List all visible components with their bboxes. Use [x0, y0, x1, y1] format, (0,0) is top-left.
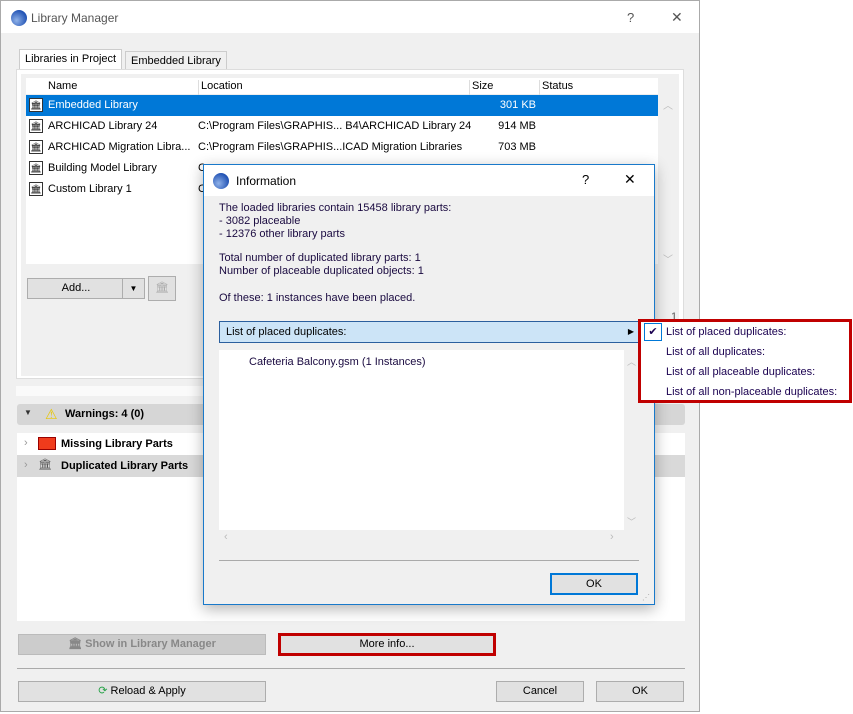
folder-library-icon: 🏛 — [29, 119, 43, 133]
information-dialog: Information ? ✕ The loaded libraries con… — [203, 164, 655, 605]
menu-item[interactable]: List of all non-placeable duplicates: — [641, 382, 849, 402]
show-in-library-manager-button[interactable]: 🏛 Show in Library Manager — [18, 634, 266, 655]
reload-apply-button[interactable]: ⟳ Reload & Apply — [18, 681, 266, 702]
separator — [17, 668, 685, 669]
row-name: ARCHICAD Library 24 — [48, 120, 158, 132]
list-type-menu: ✔ List of placed duplicates: List of all d… — [638, 319, 852, 403]
folder-library-icon: 🏛 — [29, 182, 43, 196]
table-header: Name Location Size Status — [26, 78, 658, 96]
info-line: - 3082 placeable — [219, 215, 301, 227]
dropdown-arrow-icon[interactable]: ▼ — [122, 279, 144, 298]
table-row[interactable]: 🏛 Embedded Library 301 KB — [26, 95, 658, 116]
row-size: 301 KB — [499, 99, 536, 111]
scroll-left-arrow[interactable]: ‹ — [224, 531, 228, 543]
embedded-library-icon: 🏛 — [29, 98, 43, 112]
chevron-right-icon[interactable]: › — [24, 459, 28, 471]
list-item[interactable]: Cafeteria Balcony.gsm (1 Instances) — [249, 356, 425, 368]
library-list-icon: 🏛 — [68, 638, 86, 650]
menu-item-label: List of all placeable duplicates: — [666, 366, 816, 378]
reload-label: Reload & Apply — [110, 685, 186, 697]
dropdown-value: List of placed duplicates: — [226, 326, 347, 338]
add-label: Add... — [61, 282, 91, 294]
scroll-right-arrow[interactable]: › — [610, 531, 614, 543]
reload-icon: ⟳ — [98, 685, 111, 697]
table-row[interactable]: 🏛 ARCHICAD Library 24 C:\Program Files\G… — [26, 116, 658, 137]
info-text: The loaded libraries contain 15458 libra… — [219, 202, 451, 305]
ok-button[interactable]: OK — [596, 681, 684, 702]
folder-library-icon: 🏛 — [29, 161, 43, 175]
cancel-button[interactable]: Cancel — [496, 681, 584, 702]
collapse-triangle-icon[interactable]: ▼ — [24, 408, 32, 417]
table-row[interactable]: 🏛 ARCHICAD Migration Libra... C:\Program… — [26, 137, 658, 158]
duplicates-list: Cafeteria Balcony.gsm (1 Instances) — [219, 350, 624, 530]
separator — [219, 560, 639, 561]
menu-item-label: List of all non-placeable duplicates: — [666, 386, 838, 398]
warning-item-label: Missing Library Parts — [61, 438, 173, 450]
row-name: ARCHICAD Migration Libra... — [48, 141, 191, 153]
remove-library-button[interactable]: 🏛 — [148, 276, 176, 301]
help-button[interactable]: ? — [627, 10, 634, 25]
scroll-up-arrow[interactable]: ︿ — [663, 97, 673, 112]
row-name: Building Model Library — [48, 162, 157, 174]
library-icon: 🏛 — [38, 459, 52, 471]
window-title: Library Manager — [31, 11, 119, 25]
scroll-down-arrow[interactable]: ﹀ — [663, 251, 673, 266]
col-status[interactable]: Status — [539, 80, 573, 96]
tab-libraries-in-project[interactable]: Libraries in Project — [19, 49, 123, 70]
library-remove-icon: 🏛 — [155, 282, 169, 294]
add-button[interactable]: Add... ▼ — [27, 278, 145, 299]
scroll-down-arrow[interactable]: ﹀ — [627, 515, 636, 528]
warning-icon: ⚠ — [45, 406, 58, 422]
submenu-arrow-icon: ▶ — [627, 327, 634, 336]
row-location: C:\Program Files\GRAPHIS...ICAD Migratio… — [198, 141, 463, 153]
row-name: Custom Library 1 — [48, 183, 132, 195]
close-button[interactable]: ✕ — [671, 9, 683, 26]
row-location: C:\Program Files\GRAPHIS... B4\ARCHICAD … — [198, 120, 472, 132]
list-type-dropdown[interactable]: List of placed duplicates: ▶ — [219, 321, 639, 343]
info-title: Information — [236, 174, 297, 188]
show-in-lm-label: Show in Library Manager — [85, 638, 216, 650]
info-line: - 12376 other library parts — [219, 228, 345, 240]
row-size: 703 MB — [498, 141, 536, 153]
folder-library-icon: 🏛 — [29, 140, 43, 154]
menu-item[interactable]: ✔ List of placed duplicates: — [641, 322, 849, 342]
menu-item-label: List of all duplicates: — [666, 346, 766, 358]
title-bar: Library Manager ? ✕ — [1, 1, 699, 33]
row-size: 914 MB — [498, 120, 536, 132]
info-line: Of these: 1 instances have been placed. — [219, 292, 416, 304]
warning-item-label: Duplicated Library Parts — [61, 460, 189, 472]
menu-item[interactable]: List of all placeable duplicates: — [641, 362, 849, 382]
resize-grip-icon[interactable]: ⋰ — [642, 593, 650, 602]
info-line: Number of placeable duplicated objects: … — [219, 265, 424, 277]
scroll-up-arrow[interactable]: ︿ — [627, 355, 636, 368]
help-button[interactable]: ? — [582, 172, 589, 187]
archicad-app-icon — [11, 10, 27, 26]
folder-red-icon — [38, 437, 56, 450]
warnings-label: Warnings: 4 (0) — [65, 408, 145, 420]
more-info-button[interactable]: More info... — [278, 633, 496, 656]
menu-item-label: List of placed duplicates: — [666, 326, 787, 338]
close-button[interactable]: ✕ — [624, 171, 636, 188]
col-size[interactable]: Size — [469, 80, 493, 96]
chevron-right-icon[interactable]: › — [24, 437, 28, 449]
info-title-bar: Information ? ✕ — [204, 165, 654, 196]
archicad-app-icon — [213, 173, 229, 189]
info-line: The loaded libraries contain 15458 libra… — [219, 202, 452, 214]
row-name: Embedded Library — [48, 99, 138, 111]
menu-item[interactable]: List of all duplicates: — [641, 342, 849, 362]
checkmark-icon: ✔ — [644, 323, 662, 341]
tab-embedded-library[interactable]: Embedded Library — [125, 51, 227, 70]
col-location[interactable]: Location — [198, 80, 243, 96]
info-line: Total number of duplicated library parts… — [219, 252, 421, 264]
info-ok-button[interactable]: OK — [550, 573, 638, 595]
col-name[interactable]: Name — [48, 80, 77, 92]
